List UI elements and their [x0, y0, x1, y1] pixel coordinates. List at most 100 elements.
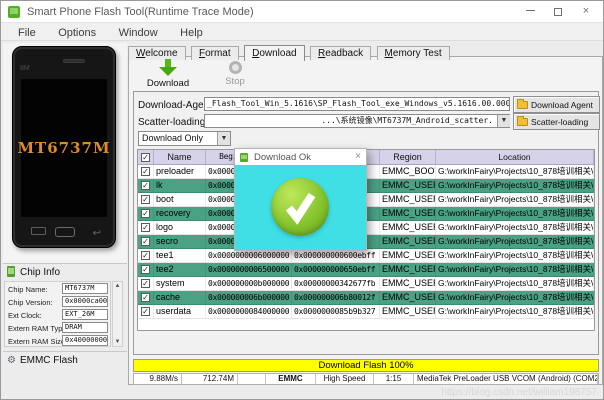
row-checkbox[interactable] — [138, 193, 154, 206]
scroll-up-icon[interactable]: ▲ — [113, 283, 122, 289]
select-all-checkbox[interactable] — [138, 150, 154, 164]
table-row-system[interactable]: system0x000000000b0000000x00000000342677… — [138, 277, 594, 291]
cell-name: recovery — [154, 207, 206, 220]
download-agent-browse-button[interactable]: Download Agent — [513, 96, 600, 113]
ext-clock-label: Ext Clock: — [8, 311, 42, 320]
cell-end: 0x00000000342677fb — [292, 277, 380, 290]
download-arrow-icon — [159, 59, 177, 76]
row-checkbox[interactable] — [138, 291, 154, 304]
chip-icon — [7, 266, 15, 277]
cell-name: cache — [154, 291, 206, 304]
cell-begin: 0x0000000084000000 — [206, 305, 292, 318]
row-checkbox[interactable] — [138, 277, 154, 290]
cell-end: 0x000000000650ebff — [292, 263, 380, 276]
status-bar: 9.88M/s 712.74M EMMC High Speed 1:15 Med… — [133, 373, 599, 385]
cell-location: G:\workInFairy\Projects\10_878培训相关\培训材..… — [438, 207, 594, 220]
col-location[interactable]: Location — [436, 150, 594, 164]
dialog-app-icon — [240, 153, 248, 162]
menu-window[interactable]: Window — [110, 25, 167, 39]
cell-name: userdata — [154, 305, 206, 318]
status-empty — [238, 374, 266, 384]
chevron-down-icon[interactable]: ▼ — [497, 115, 510, 127]
row-checkbox[interactable] — [138, 249, 154, 262]
phone-back-button: ↩ — [92, 228, 101, 239]
chip-version-value: 0x0000ca00 — [62, 296, 108, 307]
menu-file[interactable]: File — [9, 25, 45, 39]
app-window: Smart Phone Flash Tool(Runtime Trace Mod… — [0, 0, 604, 400]
cell-location: G:\workInFairy\Projects\10_878培训相关\培训材..… — [438, 249, 594, 262]
cell-region: EMMC_USER — [382, 207, 436, 220]
cell-name: boot — [154, 193, 206, 206]
cell-location: G:\workInFairy\Projects\10_878培训相关\培训材..… — [438, 277, 594, 290]
col-region[interactable]: Region — [380, 150, 436, 164]
folder-icon — [517, 116, 528, 126]
chip-info-title: Chip Info — [20, 267, 61, 278]
emmc-flash-header[interactable]: ⚙ EMMC Flash — [7, 355, 78, 366]
chevron-down-icon[interactable]: ▼ — [217, 132, 230, 145]
chip-info-header[interactable]: Chip Info — [7, 266, 60, 279]
row-checkbox[interactable] — [138, 263, 154, 276]
cell-location: G:\workInFairy\Projects\10_878培训相关\培训材..… — [438, 263, 594, 276]
ram-size-value: 0x40000000 — [62, 335, 108, 346]
gear-icon: ⚙ — [7, 355, 16, 366]
close-button[interactable]: × — [575, 4, 597, 20]
phone-screen: MT6737M — [17, 79, 110, 217]
dialog-title: Download Ok — [254, 152, 312, 163]
cell-region: EMMC_USER — [382, 221, 436, 234]
title-bar[interactable]: Smart Phone Flash Tool(Runtime Trace Mod… — [1, 1, 603, 23]
minimize-button[interactable] — [519, 4, 541, 20]
chip-info-scrollbar[interactable]: ▲ ▼ — [112, 281, 123, 347]
scatter-button-label: Scatter-loading — [531, 117, 589, 127]
stop-button[interactable]: Stop — [203, 59, 267, 89]
download-button[interactable]: Download — [136, 59, 200, 89]
cell-name: tee2 — [154, 263, 206, 276]
row-checkbox[interactable] — [138, 179, 154, 192]
table-row-tee1[interactable]: tee10x00000000060000000x000000000600ebff… — [138, 249, 594, 263]
dialog-close-icon[interactable]: × — [355, 151, 361, 162]
phone-menu-button — [31, 227, 46, 235]
status-storage: EMMC — [266, 374, 316, 384]
cell-location: G:\workInFairy\Projects\10_878培训相关\培训材..… — [438, 165, 594, 178]
ram-type-label: Extern RAM Type: — [8, 324, 69, 333]
menu-bar: File Options Window Help — [1, 23, 603, 41]
cell-name: tee1 — [154, 249, 206, 262]
cell-region: EMMC_USER — [382, 193, 436, 206]
row-checkbox[interactable] — [138, 165, 154, 178]
ram-type-value: DRAM — [62, 322, 108, 333]
folder-icon — [517, 99, 528, 109]
download-agent-button-label: Download Agent — [531, 100, 593, 110]
row-checkbox[interactable] — [138, 305, 154, 318]
maximize-button[interactable] — [547, 4, 569, 20]
tab-welcome[interactable]: Welcome — [128, 46, 186, 60]
scatter-loading-browse-button[interactable]: Scatter-loading — [513, 113, 600, 130]
cell-region: EMMC_BOOT_1 — [382, 165, 436, 178]
download-mode-select[interactable]: Download Only ▼ — [138, 131, 231, 146]
cell-end: 0x000000006b80012f — [292, 291, 380, 304]
col-name[interactable]: Name — [154, 150, 206, 164]
scroll-down-icon[interactable]: ▼ — [113, 339, 122, 345]
status-time: 1:15 — [374, 374, 414, 384]
menu-options[interactable]: Options — [49, 25, 105, 39]
tab-readback[interactable]: Readback — [310, 46, 372, 60]
chip-info-panel: Chip Name: MT6737M Chip Version: 0x0000ca0… — [4, 281, 111, 347]
row-checkbox[interactable] — [138, 221, 154, 234]
table-row-tee2[interactable]: tee20x00000000065000000x000000000650ebff… — [138, 263, 594, 277]
table-row-userdata[interactable]: userdata0x00000000840000000x0000000085b9… — [138, 305, 594, 319]
status-speed: 9.88M/s — [134, 374, 182, 384]
status-size: 712.74M — [182, 374, 238, 384]
scatter-file-combobox[interactable]: ...\系统镜像\MT6737M_Android_scatter. — [204, 114, 510, 128]
dialog-title-bar[interactable]: Download Ok × — [235, 149, 366, 165]
table-row-cache[interactable]: cache0x000000006b0000000x000000006b80012… — [138, 291, 594, 305]
download-agent-input[interactable]: _Flash_Tool_Win_5.1616\SP_Flash_Tool_exe… — [204, 97, 510, 111]
download-mode-value: Download Only — [142, 133, 204, 143]
tab-memory-test[interactable]: Memory Test — [376, 46, 450, 60]
menu-help[interactable]: Help — [171, 25, 212, 39]
tab-format[interactable]: Format — [190, 46, 239, 60]
status-port: MediaTek PreLoader USB VCOM (Android) (C… — [414, 374, 598, 384]
row-checkbox[interactable] — [138, 207, 154, 220]
cell-location: G:\workInFairy\Projects\10_878培训相关\培训材..… — [438, 193, 594, 206]
chip-name-value: MT6737M — [62, 283, 108, 294]
download-ok-dialog[interactable]: Download Ok × — [234, 148, 367, 251]
ram-size-label: Extern RAM Size: — [8, 337, 68, 346]
row-checkbox[interactable] — [138, 235, 154, 248]
